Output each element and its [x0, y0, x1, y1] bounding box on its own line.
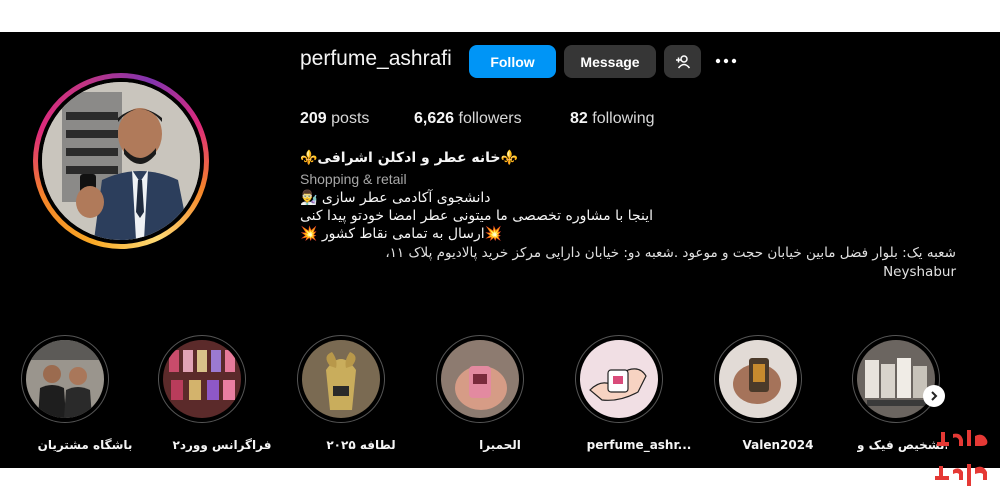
following-count: 82 — [570, 110, 588, 127]
posts-label: posts — [331, 110, 370, 127]
highlight-cover — [163, 340, 241, 418]
bio-line-4: شعبه یک: بلوار فضل مابین خیابان حجت و مو… — [385, 245, 956, 261]
highlight-label: Valen2024 — [742, 438, 814, 452]
message-button[interactable]: Message — [564, 45, 656, 78]
bio-line-2: اینجا با مشاوره تخصصی ما میتونی عطر امضا… — [300, 208, 654, 224]
add-user-button[interactable] — [664, 45, 701, 78]
story-highlight[interactable] — [296, 335, 386, 423]
posts-count: 209 — [300, 110, 327, 127]
highlight-label: فراگرانس وورد۲ — [172, 438, 272, 452]
highlight-cover — [857, 340, 935, 418]
story-highlight[interactable] — [20, 335, 110, 423]
highlight-label: باشگاه مشتریان — [37, 438, 133, 452]
following-label: following — [592, 110, 655, 127]
profile-category: Shopping & retail — [300, 171, 407, 187]
story-highlight[interactable] — [851, 335, 941, 423]
story-highlight[interactable] — [713, 335, 803, 423]
followers-count: 6,626 — [414, 110, 455, 127]
highlight-cover — [580, 340, 658, 418]
bio-line-3: 💥ارسال به تمامی نقاط کشور 💥 — [300, 226, 503, 242]
chevron-right-icon — [931, 391, 938, 401]
more-options-button[interactable] — [712, 49, 742, 73]
highlight-label: لطافه ۲۰۲۵ — [326, 438, 396, 452]
add-user-icon — [675, 54, 690, 68]
profile-display-name: ⚜️خانه عطر و ادکلن اشرافی⚜️ — [300, 150, 518, 166]
bio-line-1: دانشجوی آکادمی عطر سازی 👨‍🔬 — [300, 190, 491, 206]
profile-username: perfume_ashrafi — [300, 47, 452, 70]
profile-avatar[interactable] — [33, 73, 209, 249]
highlight-label: الحمبرا — [479, 438, 521, 452]
follow-button[interactable]: Follow — [469, 45, 556, 78]
avatar-illustration — [42, 82, 200, 240]
highlights-next-button[interactable] — [923, 385, 945, 407]
followers-label: followers — [458, 110, 522, 127]
watermark-logo — [927, 420, 997, 500]
bio-location: Neyshabur — [883, 264, 956, 280]
posts-stat: 209 posts — [300, 110, 369, 128]
highlight-cover — [719, 340, 797, 418]
story-highlight[interactable] — [435, 335, 525, 423]
story-highlight[interactable] — [574, 335, 664, 423]
avatar-photo — [42, 82, 200, 240]
highlight-cover — [441, 340, 519, 418]
more-icon — [715, 58, 737, 64]
highlight-label: perfume_ashr... — [586, 438, 692, 452]
highlight-cover — [302, 340, 380, 418]
story-highlight[interactable] — [157, 335, 247, 423]
highlight-cover — [26, 340, 104, 418]
cafe-kara-logo — [935, 430, 988, 486]
followers-stat[interactable]: 6,626 followers — [414, 110, 522, 128]
following-stat[interactable]: 82 following — [570, 110, 655, 128]
